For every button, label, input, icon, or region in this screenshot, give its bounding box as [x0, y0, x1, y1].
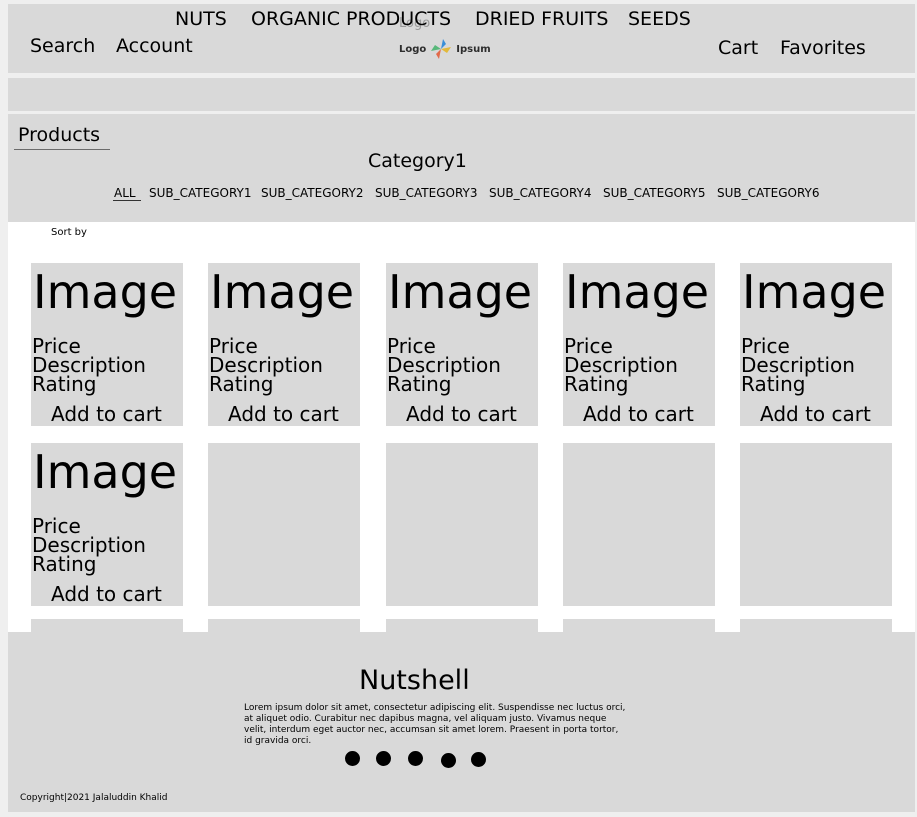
products-title-underline — [14, 149, 110, 150]
category-nav — [8, 78, 915, 111]
subcategory-all[interactable]: ALL — [114, 186, 136, 200]
product-card[interactable]: Image Price Description Rating Add to ca… — [208, 263, 360, 426]
product-card-empty[interactable] — [563, 443, 715, 606]
logo-text-right: Ipsum — [456, 43, 491, 55]
add-to-cart-button[interactable]: Add to cart — [228, 404, 339, 424]
nav-nuts[interactable]: NUTS — [175, 8, 227, 30]
product-card-partial[interactable] — [386, 619, 538, 632]
subcategory-all-underline — [113, 200, 141, 201]
product-card-empty[interactable] — [386, 443, 538, 606]
cart-link[interactable]: Cart — [718, 37, 758, 59]
product-image-placeholder: Image — [565, 265, 710, 319]
subcategory-5[interactable]: SUB_CATEGORY5 — [603, 186, 705, 200]
product-card-empty[interactable] — [208, 443, 360, 606]
logo-text-left: Logo — [399, 43, 427, 55]
social-icon[interactable] — [345, 751, 360, 766]
subcategory-6[interactable]: SUB_CATEGORY6 — [717, 186, 819, 200]
nav-dried-fruits[interactable]: DRIED FRUITS — [475, 8, 608, 30]
category-title: Category1 — [368, 150, 467, 172]
add-to-cart-button[interactable]: Add to cart — [51, 584, 162, 604]
add-to-cart-button[interactable]: Add to cart — [760, 404, 871, 424]
product-card-partial[interactable] — [563, 619, 715, 632]
sort-by-control[interactable]: Sort by — [51, 227, 87, 238]
products-title: Products — [18, 124, 101, 146]
favorites-link[interactable]: Favorites — [780, 37, 866, 59]
product-card[interactable]: Image Price Description Rating Add to ca… — [386, 263, 538, 426]
copyright-text: Copyright|2021 Jalaluddin Khalid — [20, 793, 168, 803]
product-image-placeholder: Image — [33, 265, 178, 319]
product-image-placeholder: Image — [388, 265, 533, 319]
footer-description: Lorem ipsum dolor sit amet, consectetur … — [244, 703, 626, 746]
product-card[interactable]: Image Price Description Rating Add to ca… — [740, 263, 892, 426]
product-rating: Rating — [32, 372, 97, 396]
social-icon[interactable] — [408, 751, 423, 766]
product-card-partial[interactable] — [31, 619, 183, 632]
product-card-partial[interactable] — [208, 619, 360, 632]
nav-organic-products[interactable]: ORGANIC PRODUCTS — [251, 8, 451, 30]
add-to-cart-button[interactable]: Add to cart — [51, 404, 162, 424]
product-image-placeholder: Image — [210, 265, 355, 319]
product-rating: Rating — [564, 372, 629, 396]
product-card[interactable]: Image Price Description Rating Add to ca… — [31, 263, 183, 426]
logo-pinwheel-icon — [431, 39, 452, 59]
social-icon[interactable] — [376, 751, 391, 766]
product-card[interactable]: Image Price Description Rating Add to ca… — [31, 443, 183, 606]
social-icon[interactable] — [441, 753, 456, 768]
subcategory-4[interactable]: SUB_CATEGORY4 — [489, 186, 591, 200]
subcategory-2[interactable]: SUB_CATEGORY2 — [261, 186, 363, 200]
account-link[interactable]: Account — [116, 35, 193, 57]
product-rating: Rating — [387, 372, 452, 396]
product-rating: Rating — [32, 552, 97, 576]
add-to-cart-button[interactable]: Add to cart — [406, 404, 517, 424]
product-rating: Rating — [209, 372, 274, 396]
product-image-placeholder: Image — [33, 445, 178, 499]
footer-title: Nutshell — [359, 665, 470, 696]
subcategory-3[interactable]: SUB_CATEGORY3 — [375, 186, 477, 200]
nav-seeds[interactable]: SEEDS — [628, 8, 691, 30]
product-card[interactable]: Image Price Description Rating Add to ca… — [563, 263, 715, 426]
add-to-cart-button[interactable]: Add to cart — [583, 404, 694, 424]
social-icon[interactable] — [471, 752, 486, 767]
subcategory-1[interactable]: SUB_CATEGORY1 — [149, 186, 251, 200]
logo[interactable]: Logo Ipsum — [399, 36, 494, 62]
product-rating: Rating — [741, 372, 806, 396]
search-link[interactable]: Search — [30, 35, 95, 57]
product-image-placeholder: Image — [742, 265, 887, 319]
product-card-partial[interactable] — [740, 619, 892, 632]
product-card-empty[interactable] — [740, 443, 892, 606]
